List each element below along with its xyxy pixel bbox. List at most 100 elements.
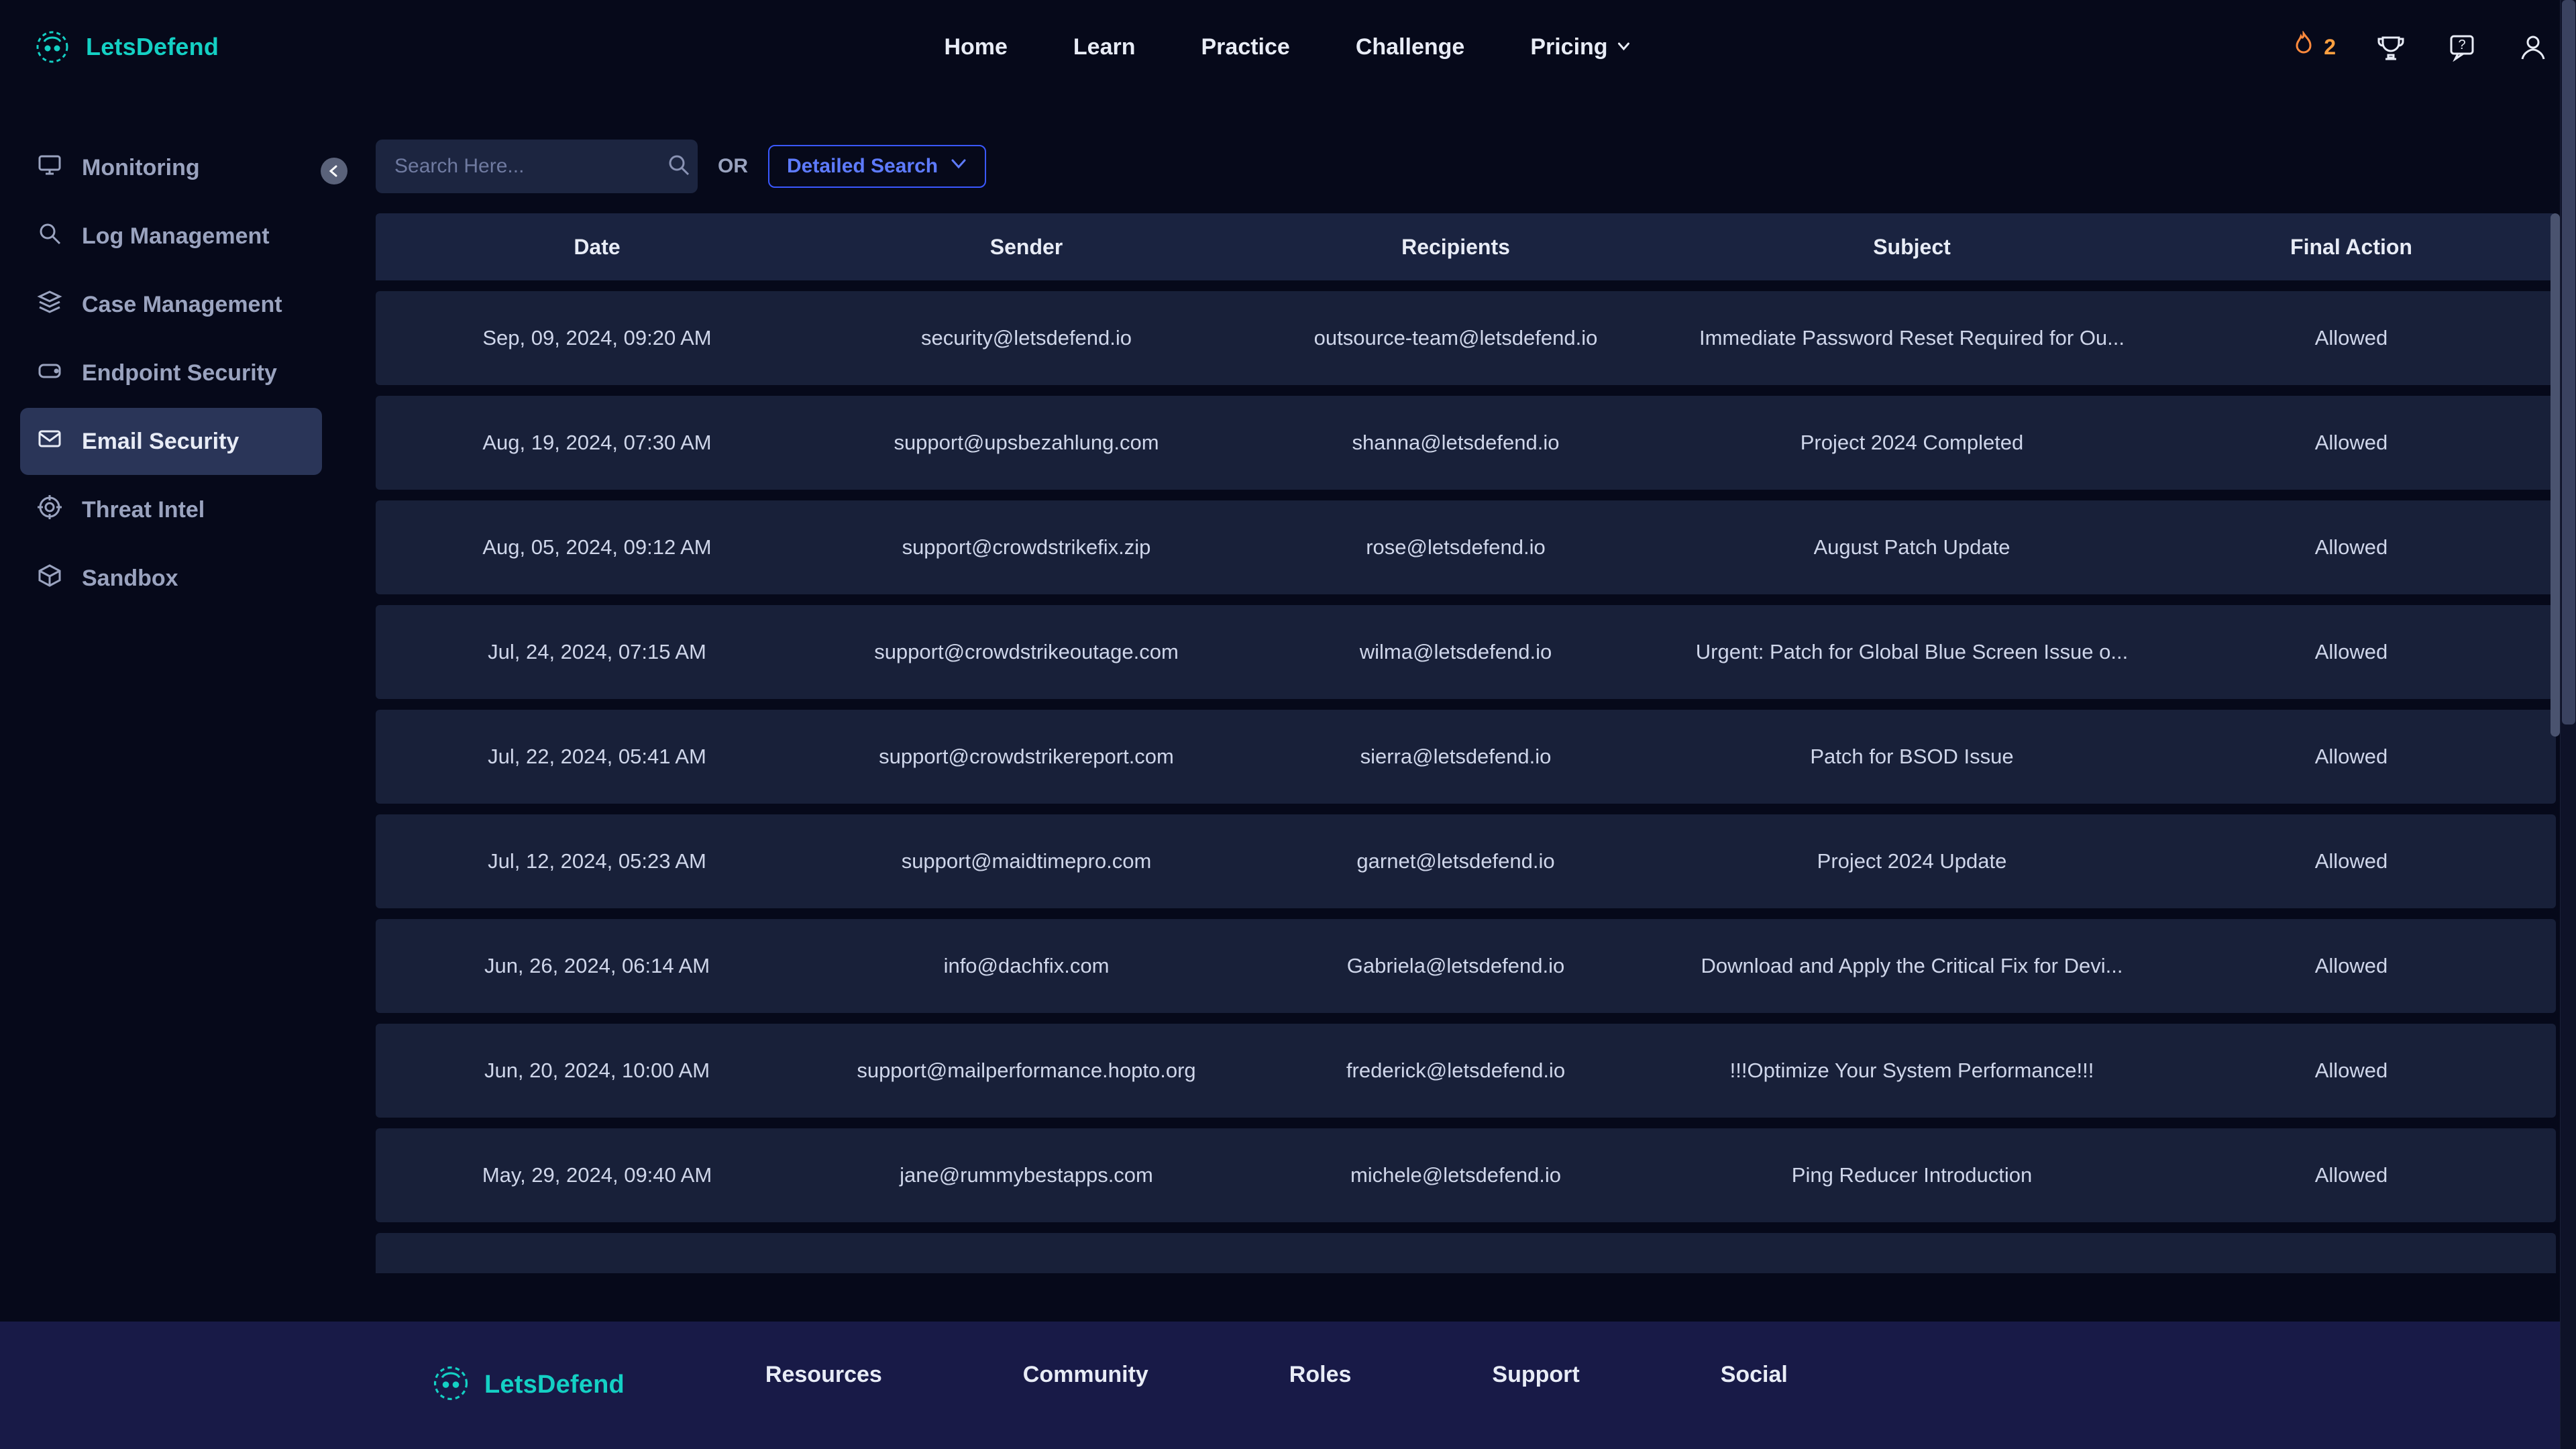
- cell-date: Jul, 12, 2024, 05:23 AM: [382, 849, 812, 873]
- cell-sender: support@upsbezahlung.com: [812, 431, 1241, 455]
- table-row[interactable]: Jul, 12, 2024, 05:23 AMsupport@maidtimep…: [376, 814, 2556, 908]
- target-icon: [36, 494, 63, 527]
- detailed-search-button[interactable]: Detailed Search: [768, 145, 986, 188]
- page-scrollbar[interactable]: [2560, 0, 2576, 1449]
- cell-date: Jul, 22, 2024, 05:41 AM: [382, 745, 812, 769]
- cell-action: Allowed: [2153, 326, 2549, 350]
- sidebar-item-label: Case Management: [82, 292, 282, 318]
- sidebar-item-label: Endpoint Security: [82, 360, 277, 386]
- logo[interactable]: LetsDefend: [32, 27, 219, 67]
- footer-col-community[interactable]: Community: [1023, 1362, 1148, 1388]
- sidebar-item-case-management[interactable]: Case Management: [20, 271, 322, 338]
- table-row[interactable]: Sep, 09, 2024, 09:20 AMsecurity@letsdefe…: [376, 291, 2556, 385]
- chevron-down-icon: [950, 155, 967, 178]
- streak-counter[interactable]: 2: [2290, 31, 2336, 63]
- cell-recipients: shanna@letsdefend.io: [1241, 431, 1670, 455]
- footer-col-support[interactable]: Support: [1492, 1362, 1579, 1388]
- search-icon[interactable]: [667, 153, 691, 180]
- layers-icon: [36, 288, 63, 321]
- cell-recipients: michele@letsdefend.io: [1241, 1163, 1670, 1187]
- cell-action: Allowed: [2153, 1163, 2549, 1187]
- sidebar-item-threat-intel[interactable]: Threat Intel: [20, 476, 322, 543]
- nav-home[interactable]: Home: [944, 34, 1007, 60]
- table-row[interactable]: [376, 1233, 2556, 1273]
- sidebar-item-log-management[interactable]: Log Management: [20, 203, 322, 270]
- sidebar-item-sandbox[interactable]: Sandbox: [20, 545, 322, 612]
- table-body: Sep, 09, 2024, 09:20 AMsecurity@letsdefe…: [376, 291, 2556, 1273]
- search-icon: [36, 220, 63, 253]
- footer-col-resources[interactable]: Resources: [765, 1362, 882, 1388]
- cell-action: Allowed: [2153, 640, 2549, 664]
- detailed-search-label: Detailed Search: [787, 155, 938, 178]
- nav-challenge[interactable]: Challenge: [1356, 34, 1464, 60]
- profile-icon[interactable]: [2517, 31, 2549, 63]
- trophy-icon[interactable]: [2375, 31, 2407, 63]
- table-scrollbar-thumb[interactable]: [2551, 213, 2560, 737]
- col-header-action[interactable]: Final Action: [2153, 235, 2549, 260]
- cell-subject: Ping Reducer Introduction: [1670, 1163, 2153, 1187]
- footer-col-roles[interactable]: Roles: [1289, 1362, 1352, 1388]
- footer-brand-text: LetsDefend: [484, 1371, 625, 1399]
- col-header-sender[interactable]: Sender: [812, 235, 1241, 260]
- cell-date: Sep, 09, 2024, 09:20 AM: [382, 326, 812, 350]
- header-actions: 2 ?: [2290, 31, 2549, 63]
- footer-col-social[interactable]: Social: [1721, 1362, 1788, 1388]
- cell-recipients: Gabriela@letsdefend.io: [1241, 954, 1670, 978]
- cell-subject: !!!Optimize Your System Performance!!!: [1670, 1059, 2153, 1083]
- col-header-date[interactable]: Date: [382, 235, 812, 260]
- cell-recipients: garnet@letsdefend.io: [1241, 849, 1670, 873]
- svg-text:?: ?: [2458, 38, 2465, 52]
- table-row[interactable]: Jun, 20, 2024, 10:00 AMsupport@mailperfo…: [376, 1024, 2556, 1118]
- logo-icon: [32, 27, 72, 67]
- cell-recipients: wilma@letsdefend.io: [1241, 640, 1670, 664]
- help-icon[interactable]: ?: [2446, 31, 2478, 63]
- footer: LetsDefend Resources Community Roles Sup…: [0, 1322, 2576, 1449]
- nav-pricing[interactable]: Pricing: [1530, 34, 1631, 60]
- cell-action: Allowed: [2153, 535, 2549, 559]
- cell-date: Jun, 20, 2024, 10:00 AM: [382, 1059, 812, 1083]
- page-scrollbar-thumb[interactable]: [2562, 0, 2575, 724]
- search-box[interactable]: [376, 140, 698, 193]
- nav-pricing-label: Pricing: [1530, 34, 1607, 60]
- cell-subject: August Patch Update: [1670, 535, 2153, 559]
- disk-icon: [36, 357, 63, 390]
- search-row: OR Detailed Search: [376, 140, 2556, 193]
- cell-date: Jun, 26, 2024, 06:14 AM: [382, 954, 812, 978]
- cell-action: Allowed: [2153, 745, 2549, 769]
- sidebar-item-label: Monitoring: [82, 155, 200, 181]
- cell-sender: support@mailperformance.hopto.org: [812, 1059, 1241, 1083]
- sidebar-item-label: Log Management: [82, 223, 270, 250]
- table-row[interactable]: Jun, 26, 2024, 06:14 AMinfo@dachfix.comG…: [376, 919, 2556, 1013]
- mail-icon: [36, 425, 63, 458]
- col-header-recipients[interactable]: Recipients: [1241, 235, 1670, 260]
- cell-action: Allowed: [2153, 1059, 2549, 1083]
- sidebar-item-label: Threat Intel: [82, 497, 205, 523]
- cell-subject: Urgent: Patch for Global Blue Screen Iss…: [1670, 640, 2153, 664]
- search-input[interactable]: [394, 155, 653, 178]
- table-row[interactable]: Jul, 22, 2024, 05:41 AMsupport@crowdstri…: [376, 710, 2556, 804]
- cell-sender: security@letsdefend.io: [812, 326, 1241, 350]
- nav-practice[interactable]: Practice: [1201, 34, 1290, 60]
- streak-value: 2: [2324, 35, 2336, 60]
- nav-learn[interactable]: Learn: [1073, 34, 1136, 60]
- table-row[interactable]: Aug, 19, 2024, 07:30 AMsupport@upsbezahl…: [376, 396, 2556, 490]
- or-label: OR: [718, 155, 748, 178]
- cell-sender: jane@rummybestapps.com: [812, 1163, 1241, 1187]
- sidebar-item-monitoring[interactable]: Monitoring: [20, 134, 322, 201]
- table-row[interactable]: Jul, 24, 2024, 07:15 AMsupport@crowdstri…: [376, 605, 2556, 699]
- sidebar-item-endpoint-security[interactable]: Endpoint Security: [20, 339, 322, 407]
- footer-logo[interactable]: LetsDefend: [429, 1362, 625, 1408]
- cell-date: Jul, 24, 2024, 07:15 AM: [382, 640, 812, 664]
- cell-sender: support@crowdstrikeoutage.com: [812, 640, 1241, 664]
- sidebar-item-label: Email Security: [82, 429, 239, 455]
- table-row[interactable]: May, 29, 2024, 09:40 AMjane@rummybestapp…: [376, 1128, 2556, 1222]
- sidebar-collapse-button[interactable]: [321, 158, 347, 184]
- top-nav: Home Learn Practice Challenge Pricing: [944, 34, 1631, 60]
- cell-recipients: sierra@letsdefend.io: [1241, 745, 1670, 769]
- monitor-icon: [36, 152, 63, 184]
- table-scrollbar[interactable]: [2551, 213, 2560, 1273]
- table-row[interactable]: Aug, 05, 2024, 09:12 AMsupport@crowdstri…: [376, 500, 2556, 594]
- col-header-subject[interactable]: Subject: [1670, 235, 2153, 260]
- cell-subject: Patch for BSOD Issue: [1670, 745, 2153, 769]
- sidebar-item-email-security[interactable]: Email Security: [20, 408, 322, 475]
